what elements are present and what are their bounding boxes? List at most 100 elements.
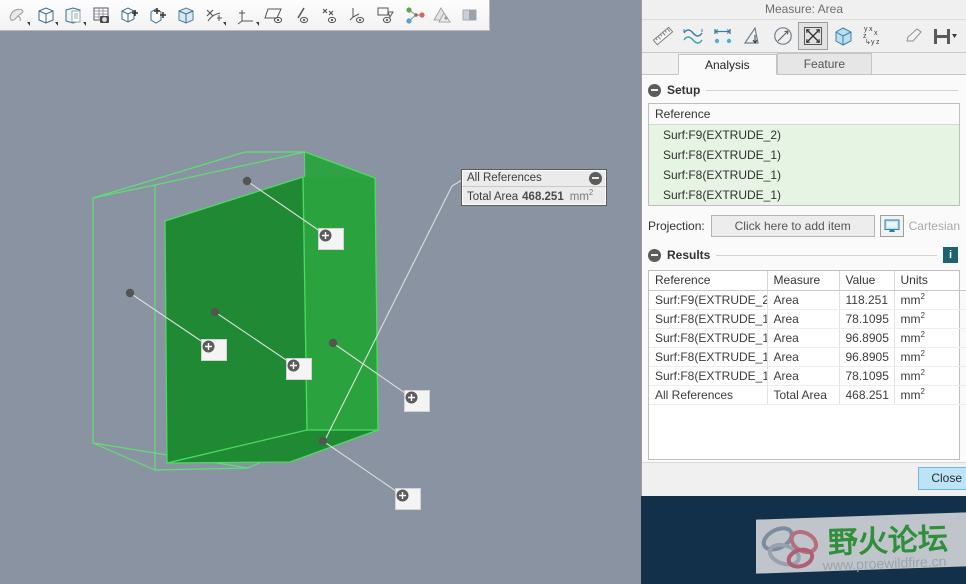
cube-document-icon[interactable]	[60, 2, 88, 29]
results-table-container[interactable]: Reference Measure Value Units Surf:F9(EX…	[648, 270, 966, 460]
angle-icon[interactable]	[738, 22, 768, 50]
info-icon[interactable]: i	[943, 247, 958, 263]
cube-icon[interactable]	[32, 2, 60, 29]
network-node-icon[interactable]	[401, 2, 429, 29]
cell-units: mm2	[894, 309, 966, 329]
tab-feature-label: Feature	[803, 57, 846, 71]
measure-type-toolbar[interactable]: y x z x ↳ y z	[642, 19, 966, 53]
column-header-reference[interactable]: Reference	[649, 271, 768, 291]
svg-text:z: z	[876, 39, 880, 46]
cell-units: mm2	[894, 366, 966, 386]
table-row[interactable]: Surf:F8(EXTRUDE_1) Area 96.8905 mm2	[649, 328, 966, 348]
eraser-icon[interactable]	[900, 22, 930, 50]
watermark-url: www.proewildfire.cn	[821, 553, 946, 573]
reference-list-header: Reference	[649, 104, 959, 125]
dropdown-arrow-icon[interactable]	[223, 21, 226, 26]
measure-marker[interactable]	[318, 228, 344, 250]
column-header-units[interactable]: Units	[894, 271, 966, 291]
area-icon[interactable]	[798, 22, 828, 50]
cell-reference: Surf:F8(EXTRUDE_1)	[649, 347, 768, 367]
callout-measure-label: Total Area	[467, 190, 519, 203]
axis-xyz-icon[interactable]	[200, 2, 228, 29]
close-button[interactable]: Close	[918, 467, 966, 490]
cell-measure: Area	[767, 347, 840, 367]
paint-drag-icon[interactable]	[4, 2, 32, 29]
dialog-tabs[interactable]: Analysis Feature	[642, 53, 966, 75]
cell-reference: Surf:F8(EXTRUDE_1)	[649, 309, 768, 329]
svg-text:x: x	[869, 26, 873, 33]
point-hide-icon[interactable]	[317, 2, 345, 29]
results-title: Results	[667, 248, 711, 262]
svg-text:↳: ↳	[865, 38, 871, 46]
tab-analysis-label: Analysis	[705, 58, 750, 72]
coordinate-system-icon[interactable]	[233, 2, 261, 29]
cell-value: 78.1095	[839, 366, 895, 386]
cell-value: 96.8905	[839, 328, 895, 348]
table-header-row: Reference Measure Value Units	[649, 271, 966, 291]
ruler-length-icon[interactable]	[648, 22, 678, 50]
table-row[interactable]: Surf:F8(EXTRUDE_1) Area 96.8905 mm2	[649, 347, 966, 367]
svg-text:y: y	[864, 26, 868, 33]
distance-icon[interactable]	[708, 22, 738, 50]
shade-icon[interactable]	[457, 2, 485, 29]
cell-value: 78.1095	[839, 309, 895, 329]
column-header-value[interactable]: Value	[839, 271, 895, 291]
reference-list-item[interactable]: Surf:F9(EXTRUDE_2)	[649, 125, 959, 145]
annotation-hide-icon[interactable]	[373, 2, 401, 29]
table-row[interactable]: Surf:F8(EXTRUDE_1) Area 78.1095 mm2	[649, 309, 966, 329]
callout-header: All References	[462, 170, 606, 187]
reference-list-item[interactable]: Surf:F8(EXTRUDE_1)	[649, 145, 959, 165]
cell-reference: All References	[649, 385, 768, 405]
cell-measure: Area	[767, 328, 840, 348]
volume-icon[interactable]	[828, 22, 858, 50]
cell-measure: Area	[767, 366, 840, 386]
cell-units: mm2	[894, 290, 966, 310]
dropdown-arrow-icon[interactable]	[256, 21, 259, 26]
minus-circle-icon[interactable]	[589, 171, 602, 185]
csys-hide-icon[interactable]	[345, 2, 373, 29]
measure-area-dialog[interactable]: Measure: Area y x z x ↳ y z Analysis Fea…	[641, 0, 966, 496]
layers-icon[interactable]	[429, 2, 457, 29]
dropdown-arrow-icon[interactable]	[27, 21, 30, 26]
transform-icon[interactable]: y x z x ↳ y z	[858, 22, 888, 50]
curve-length-icon[interactable]	[678, 22, 708, 50]
coordinate-system-label[interactable]: Cartesian	[909, 215, 960, 237]
minus-circle-icon[interactable]	[648, 83, 661, 97]
measure-marker[interactable]	[404, 390, 430, 412]
measure-marker[interactable]	[395, 488, 421, 510]
tab-feature[interactable]: Feature	[776, 53, 873, 74]
reference-list-item[interactable]: Surf:F8(EXTRUDE_1)	[649, 185, 959, 205]
graphics-toolbar[interactable]	[0, 0, 490, 31]
cube-star-icon[interactable]	[116, 2, 144, 29]
setup-section-header[interactable]: Setup	[642, 81, 966, 99]
cell-measure: Total Area	[767, 385, 840, 405]
callout-value: 468.251	[522, 190, 564, 203]
table-row[interactable]: Surf:F9(EXTRUDE_2) Area 118.251 mm2	[649, 290, 966, 310]
cell-measure: Area	[767, 309, 840, 329]
cube-sparkle-icon[interactable]	[144, 2, 172, 29]
cell-measure: Area	[767, 290, 840, 310]
axis-hide-icon[interactable]	[289, 2, 317, 29]
cell-value: 118.251	[839, 290, 895, 310]
measure-marker[interactable]	[201, 339, 227, 361]
diameter-icon[interactable]	[768, 22, 798, 50]
cube-transparent-icon[interactable]	[172, 2, 200, 29]
dropdown-arrow-icon[interactable]	[83, 21, 86, 26]
measure-callout[interactable]: All References Total Area 468.251 mm2	[461, 169, 607, 206]
table-row[interactable]: All References Total Area 468.251 mm2	[649, 385, 966, 405]
table-row[interactable]: Surf:F8(EXTRUDE_1) Area 78.1095 mm2	[649, 366, 966, 386]
reference-list[interactable]: Reference Surf:F9(EXTRUDE_2) Surf:F8(EXT…	[648, 103, 960, 206]
results-section-header[interactable]: Results i	[642, 246, 966, 264]
table-camera-icon[interactable]	[88, 2, 116, 29]
column-header-measure[interactable]: Measure	[767, 271, 840, 291]
tab-analysis[interactable]: Analysis	[678, 54, 777, 75]
plane-hide-icon[interactable]	[261, 2, 289, 29]
measure-marker[interactable]	[286, 358, 312, 380]
reference-list-item[interactable]: Surf:F8(EXTRUDE_1)	[649, 165, 959, 185]
monitor-icon[interactable]	[879, 215, 904, 237]
plus-circle-icon	[396, 489, 409, 502]
projection-input[interactable]: Click here to add item	[710, 215, 875, 237]
dropdown-arrow-icon[interactable]	[55, 21, 58, 26]
save-icon[interactable]	[930, 22, 960, 50]
minus-circle-icon[interactable]	[648, 248, 661, 262]
